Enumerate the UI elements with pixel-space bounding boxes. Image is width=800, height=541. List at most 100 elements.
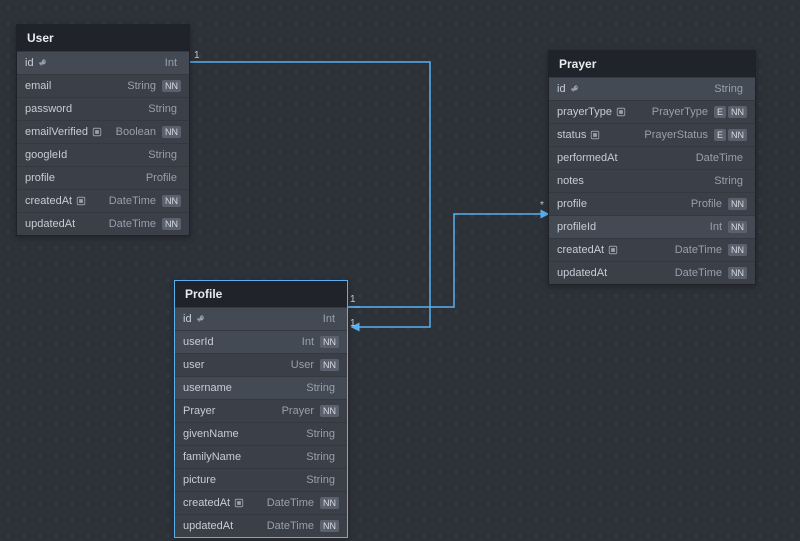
field-name: updatedAt [557,267,607,279]
field-row[interactable]: performedAt DateTime [549,146,755,169]
attribute-icon [234,498,244,508]
field-row[interactable]: userId Int NN [175,330,347,353]
field-type: DateTime [109,218,156,230]
field-row[interactable]: profileProfile [17,166,189,189]
field-type: String [306,382,335,394]
field-name: emailVerified [25,126,102,138]
field-row[interactable]: id String [549,77,755,100]
entity-header-user[interactable]: User [17,25,189,51]
field-name: performedAt [557,152,618,164]
field-type: Int [165,57,177,69]
cardinality-label: 1 [350,294,356,305]
field-name: profileId [557,221,596,233]
field-row[interactable]: createdAtDateTimeNN [175,491,347,514]
field-name: createdAt [183,497,244,509]
field-type: String [127,80,156,92]
entity-header-profile[interactable]: Profile [175,281,347,307]
field-row[interactable]: profileId Int NN [549,215,755,238]
field-name: updatedAt [183,520,233,532]
entity-title: Prayer [559,57,596,71]
field-type: Prayer [282,405,314,417]
field-name: email [25,80,51,92]
not-null-badge: NN [728,106,747,118]
entity-prayer-rows: idStringprayerTypePrayerTypeENNstatusPra… [549,77,755,284]
field-row[interactable]: prayerType PrayerType ENN [549,100,755,123]
field-row[interactable]: idInt [175,307,347,330]
field-row[interactable]: user User NN [175,353,347,376]
not-null-badge: NN [320,520,339,532]
field-row[interactable]: email String NN [17,74,189,97]
field-type: Int [302,336,314,348]
attribute-icon [92,127,102,137]
field-row[interactable]: googleIdString [17,143,189,166]
entity-title: Profile [185,287,222,301]
field-row[interactable]: PrayerPrayerNN [175,399,347,422]
field-row[interactable]: emailVerified Boolean NN [17,120,189,143]
field-type: PrayerStatus [644,129,708,141]
attribute-icon [76,196,86,206]
field-type: User [291,359,314,371]
field-type: DateTime [267,497,314,509]
field-row[interactable]: updatedAtDateTimeNN [17,212,189,235]
field-name: familyName [183,451,241,463]
field-type: DateTime [267,520,314,532]
field-type: Boolean [116,126,156,138]
field-name: id [557,83,580,95]
enum-badge: E [714,106,726,118]
field-type: DateTime [675,267,722,279]
entity-header-prayer[interactable]: Prayer [549,51,755,77]
field-name: username [183,382,232,394]
field-type: String [148,149,177,161]
entity-profile[interactable]: Profile idInt userId Int NN user User NN userna… [174,280,348,538]
field-row[interactable]: familyName String [175,445,347,468]
field-row[interactable]: createdAtDateTimeNN [549,238,755,261]
not-null-badge: NN [162,80,181,92]
field-name: Prayer [183,405,215,417]
field-row[interactable]: username String [175,376,347,399]
field-row[interactable]: pictureString [175,468,347,491]
field-type: DateTime [675,244,722,256]
field-type: PrayerType [652,106,708,118]
not-null-badge: NN [728,221,747,233]
field-name: status [557,129,600,141]
not-null-badge: NN [320,359,339,371]
field-type: Profile [691,198,722,210]
field-name: id [183,313,206,325]
entity-user[interactable]: User idIntemailStringNNpasswordStringema… [16,24,190,236]
field-row[interactable]: updatedAt DateTime NN [549,261,755,284]
field-type: String [306,428,335,440]
field-row[interactable]: passwordString [17,97,189,120]
field-name: prayerType [557,106,626,118]
attribute-icon [590,130,600,140]
not-null-badge: NN [162,218,181,230]
field-row[interactable]: createdAtDateTimeNN [17,189,189,212]
field-type: String [148,103,177,115]
field-type: String [306,451,335,463]
field-name: picture [183,474,216,486]
field-type: String [714,83,743,95]
not-null-badge: NN [320,336,339,348]
field-name: id [25,57,48,69]
field-type: Int [710,221,722,233]
not-null-badge: NN [162,126,181,138]
not-null-badge: NN [728,267,747,279]
entity-profile-rows: idInt userId Int NN user User NN username String… [175,307,347,537]
enum-badge: E [714,129,726,141]
field-type: DateTime [696,152,743,164]
field-type: Profile [146,172,177,184]
field-row[interactable]: id Int [17,51,189,74]
field-row[interactable]: status PrayerStatus ENN [549,123,755,146]
field-name: userId [183,336,214,348]
field-name: createdAt [557,244,618,256]
key-icon [570,84,580,94]
not-null-badge: NN [728,129,747,141]
cardinality-label: 1 [350,318,356,329]
entity-prayer[interactable]: Prayer idStringprayerTypePrayerTypeENNst… [548,50,756,285]
field-row[interactable]: profileProfileNN [549,192,755,215]
field-name: user [183,359,204,371]
field-row[interactable]: updatedAt DateTime NN [175,514,347,537]
field-row[interactable]: givenNameString [175,422,347,445]
cardinality-label: * [540,200,544,211]
er-canvas: User idIntemailStringNNpasswordStringema… [0,0,800,541]
field-row[interactable]: notesString [549,169,755,192]
